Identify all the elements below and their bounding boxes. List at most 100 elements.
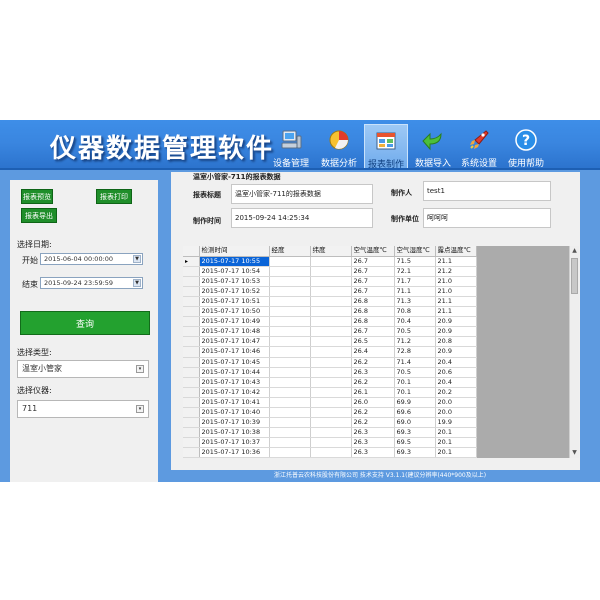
column-header[interactable]: 空气湿度℃	[394, 246, 436, 257]
table-cell[interactable]	[269, 397, 311, 409]
table-cell[interactable]: 69.9	[394, 397, 436, 409]
table-cell[interactable]	[269, 326, 311, 338]
table-cell[interactable]: 20.8	[435, 336, 477, 348]
table-row[interactable]: 2015-07-17 10:38 26.3 69.3 20.1	[183, 427, 477, 439]
table-cell[interactable]: 26.2	[351, 417, 395, 429]
table-cell[interactable]: 2015-07-17 10:44	[199, 367, 270, 378]
table-row[interactable]: 2015-07-17 10:39 26.2 69.0 19.9	[183, 417, 477, 429]
table-cell[interactable]	[269, 286, 311, 297]
table-cell[interactable]: 2015-07-17 10:43	[199, 377, 270, 388]
scroll-down-icon[interactable]: ▼	[570, 448, 579, 458]
chevron-down-icon[interactable]: ▼	[133, 255, 141, 263]
table-cell[interactable]: 26.3	[351, 447, 395, 458]
table-cell[interactable]: 20.9	[435, 316, 477, 328]
table-cell[interactable]	[310, 316, 352, 328]
nav-data-analysis[interactable]: 数据分析	[318, 124, 360, 170]
table-cell[interactable]: 26.2	[351, 377, 395, 388]
table-cell[interactable]: 20.2	[435, 387, 477, 398]
vertical-scrollbar[interactable]: ▲ ▼	[569, 246, 579, 458]
table-cell[interactable]	[310, 357, 352, 368]
chevron-down-icon[interactable]: ▾	[136, 405, 144, 413]
table-cell[interactable]: 20.4	[435, 377, 477, 388]
table-cell[interactable]: 70.1	[394, 387, 436, 398]
row-header[interactable]	[183, 417, 200, 429]
table-row[interactable]: 2015-07-17 10:49 26.8 70.4 20.9	[183, 316, 477, 328]
table-cell[interactable]: 20.9	[435, 346, 477, 358]
nav-device-management[interactable]: 设备管理	[270, 124, 312, 170]
row-header[interactable]	[183, 346, 200, 358]
row-header[interactable]	[183, 336, 200, 348]
table-cell[interactable]	[269, 296, 311, 308]
table-cell[interactable]: 26.3	[351, 367, 395, 378]
table-cell[interactable]: 26.7	[351, 276, 395, 287]
nav-report-making[interactable]: 报表制作	[364, 124, 408, 170]
table-cell[interactable]: 20.4	[435, 357, 477, 368]
start-date-picker[interactable]: 2015-06-04 00:00:00 ▼	[40, 253, 143, 265]
table-cell[interactable]	[310, 387, 352, 398]
table-cell[interactable]	[269, 437, 311, 449]
table-cell[interactable]: 26.8	[351, 316, 395, 328]
table-cell[interactable]	[310, 326, 352, 338]
row-header[interactable]	[183, 447, 200, 458]
table-cell[interactable]: 2015-07-17 10:52	[199, 286, 270, 297]
table-cell[interactable]: 70.4	[394, 316, 436, 328]
table-cell[interactable]: 72.1	[394, 266, 436, 277]
table-cell[interactable]: 26.3	[351, 437, 395, 449]
table-cell[interactable]: 26.7	[351, 266, 395, 277]
row-header[interactable]	[183, 296, 200, 308]
row-header[interactable]	[183, 367, 200, 378]
table-cell[interactable]	[310, 336, 352, 348]
table-cell[interactable]: 72.8	[394, 346, 436, 358]
report-data-grid[interactable]: 检测时间 经度 纬度 空气温度℃ 空气湿度℃ 露点温度℃ ▸ 2015-07-17…	[183, 246, 579, 458]
table-row[interactable]: 2015-07-17 10:52 26.7 71.1 21.0	[183, 286, 477, 297]
table-cell[interactable]: 26.2	[351, 407, 395, 419]
table-cell[interactable]: 2015-07-17 10:54	[199, 266, 270, 277]
chevron-down-icon[interactable]: ▾	[136, 365, 144, 373]
table-cell[interactable]: 2015-07-17 10:48	[199, 326, 270, 338]
table-cell[interactable]: 2015-07-17 10:42	[199, 387, 270, 398]
table-cell[interactable]	[310, 276, 352, 287]
row-header[interactable]	[183, 357, 200, 368]
row-header[interactable]	[183, 437, 200, 449]
table-row[interactable]: 2015-07-17 10:36 26.3 69.3 20.1	[183, 447, 477, 458]
scroll-up-icon[interactable]: ▲	[570, 246, 579, 256]
table-cell[interactable]: 71.2	[394, 336, 436, 348]
table-cell[interactable]	[310, 296, 352, 308]
row-header[interactable]: ▸	[183, 256, 200, 267]
table-cell[interactable]	[269, 306, 311, 318]
table-cell[interactable]: 2015-07-17 10:49	[199, 316, 270, 328]
table-cell[interactable]: 26.8	[351, 306, 395, 318]
table-cell[interactable]: 70.5	[394, 367, 436, 378]
table-cell[interactable]: 71.4	[394, 357, 436, 368]
table-cell[interactable]: 69.3	[394, 427, 436, 439]
row-header[interactable]	[183, 286, 200, 297]
table-cell[interactable]: 2015-07-17 10:55	[199, 256, 270, 267]
nav-data-import[interactable]: 数据导入	[412, 124, 454, 170]
table-row[interactable]: 2015-07-17 10:46 26.4 72.8 20.9	[183, 346, 477, 358]
make-time-input[interactable]: 2015-09-24 14:25:34	[231, 208, 373, 228]
column-header[interactable]: 空气温度℃	[351, 246, 395, 257]
table-cell[interactable]: 21.0	[435, 276, 477, 287]
table-row[interactable]: 2015-07-17 10:48 26.7 70.5 20.9	[183, 326, 477, 338]
nav-help[interactable]: ? 使用帮助	[504, 124, 548, 170]
table-cell[interactable]: 69.3	[394, 447, 436, 458]
table-row[interactable]: 2015-07-17 10:43 26.2 70.1 20.4	[183, 377, 477, 388]
table-cell[interactable]: 2015-07-17 10:51	[199, 296, 270, 308]
author-input[interactable]: test1	[423, 181, 551, 201]
table-cell[interactable]: 69.5	[394, 437, 436, 449]
table-cell[interactable]: 2015-07-17 10:50	[199, 306, 270, 318]
table-cell[interactable]: 20.1	[435, 437, 477, 449]
table-cell[interactable]: 26.4	[351, 346, 395, 358]
table-cell[interactable]	[310, 286, 352, 297]
table-cell[interactable]	[269, 266, 311, 277]
table-cell[interactable]: 70.5	[394, 326, 436, 338]
end-date-picker[interactable]: 2015-09-24 23:59:59 ▼	[40, 277, 143, 289]
table-cell[interactable]: 69.6	[394, 407, 436, 419]
table-cell[interactable]: 26.7	[351, 286, 395, 297]
table-cell[interactable]: 71.7	[394, 276, 436, 287]
table-cell[interactable]	[310, 256, 352, 267]
table-cell[interactable]: 71.3	[394, 296, 436, 308]
table-cell[interactable]: 26.3	[351, 427, 395, 439]
row-header[interactable]	[183, 387, 200, 398]
scrollbar-thumb[interactable]	[571, 258, 578, 294]
